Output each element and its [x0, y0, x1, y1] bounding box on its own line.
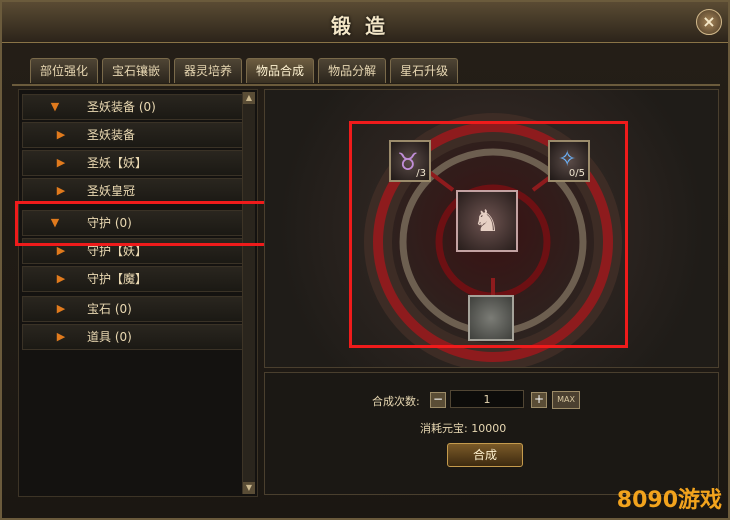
tree-item-guardian-mo[interactable]: ▶ 守护【魔】	[22, 266, 244, 292]
tree-item-label: 宝石 (0)	[87, 302, 132, 316]
synthesis-highlight-box	[349, 121, 628, 348]
close-icon[interactable]: ×	[696, 9, 722, 35]
tree-item-props[interactable]: ▶ 道具 (0)	[22, 324, 244, 350]
scroll-down-icon[interactable]: ▼	[243, 482, 255, 494]
titlebar: 锻造 ×	[2, 2, 728, 43]
tree-item-label: 圣妖皇冠	[87, 184, 136, 198]
chevron-right-icon: ▶	[56, 302, 66, 315]
tab-starstone-upgrade[interactable]: 星石升级	[390, 58, 459, 83]
tab-item-decompose[interactable]: 物品分解	[318, 58, 387, 83]
guardian-highlight-box	[15, 201, 286, 246]
chevron-right-icon: ▶	[56, 128, 66, 141]
decrease-button[interactable]: −	[430, 392, 446, 408]
cost-text: 消耗元宝: 10000	[420, 422, 507, 435]
tab-gem-inlay[interactable]: 宝石镶嵌	[102, 58, 171, 83]
tree-item-saint-demon-gear[interactable]: ▶ 圣妖装备	[22, 122, 244, 148]
synthesis-controls: 合成次数: − + MAX 消耗元宝: 10000 合成	[264, 372, 719, 495]
chevron-right-icon: ▶	[56, 156, 66, 169]
tab-spirit-cultivate[interactable]: 器灵培养	[174, 58, 243, 83]
window-title: 锻造	[331, 14, 399, 38]
tree-item-label: 圣妖装备	[87, 128, 136, 142]
tree-item-label: 守护【魔】	[87, 272, 148, 286]
increase-button[interactable]: +	[531, 392, 547, 408]
max-button[interactable]: MAX	[552, 391, 580, 409]
tree-item-label: 道具 (0)	[87, 330, 132, 344]
quantity-label: 合成次数:	[372, 395, 420, 408]
chevron-right-icon: ▶	[56, 330, 66, 343]
tree-scrollbar[interactable]: ▲ ▼	[242, 92, 255, 494]
chevron-right-icon: ▶	[56, 272, 66, 285]
synthesis-area: ♉ /3 ✧ 0/5 ♞	[264, 89, 719, 368]
forge-window: 锻造 × 部位强化 宝石镶嵌 器灵培养 物品合成 物品分解 星石升级 ▼ 圣妖装…	[0, 0, 730, 520]
synthesize-button[interactable]: 合成	[447, 443, 523, 467]
scroll-up-icon[interactable]: ▲	[243, 92, 255, 104]
tree-item-saint-demon-equipment[interactable]: ▼ 圣妖装备 (0)	[22, 94, 244, 120]
site-watermark-logo: 8090游戏	[616, 488, 722, 513]
tree-item-label: 圣妖装备 (0)	[87, 100, 156, 114]
quantity-input[interactable]	[450, 390, 524, 408]
tab-bar: 部位强化 宝石镶嵌 器灵培养 物品合成 物品分解 星石升级	[30, 58, 459, 84]
tree-item-saint-demon-yao[interactable]: ▶ 圣妖【妖】	[22, 150, 244, 176]
tab-divider	[12, 84, 720, 86]
chevron-right-icon: ▶	[56, 184, 66, 197]
tab-item-synthesis[interactable]: 物品合成	[246, 58, 315, 83]
tab-part-enhance[interactable]: 部位强化	[30, 58, 99, 83]
chevron-down-icon: ▼	[50, 100, 60, 113]
category-tree: ▼ 圣妖装备 (0) ▶ 圣妖装备 ▶ 圣妖【妖】 ▶ 圣妖皇冠 ▼ 守护 (0…	[18, 89, 258, 497]
tree-item-label: 圣妖【妖】	[87, 156, 148, 170]
tree-item-gem[interactable]: ▶ 宝石 (0)	[22, 296, 244, 322]
